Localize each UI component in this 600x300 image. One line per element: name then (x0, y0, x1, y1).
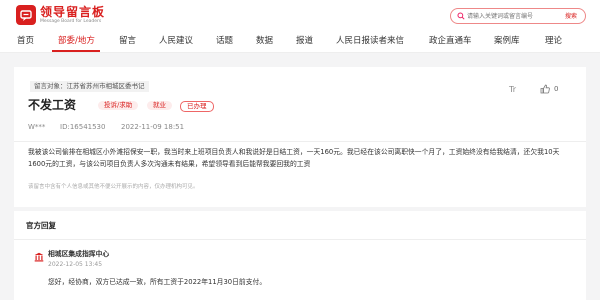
reply-card: 官方回复 相城区集成指挥中心 2022-12-05 13:45 您好，经协商，双… (14, 211, 586, 300)
nav-item-theory[interactable]: 理论 (545, 36, 562, 47)
status-badge: 已办理 (180, 101, 214, 112)
message-id-label: ID: (60, 123, 70, 131)
government-building-icon (34, 252, 44, 262)
message-date: 2022-11-09 18:51 (121, 123, 185, 131)
logo-subtitle: Message Board for Leaders (40, 18, 102, 24)
nav-item-messages[interactable]: 留言 (119, 36, 136, 47)
author-name: W*** (28, 123, 46, 131)
message-content: 我被该公司偷排在相城区小外滩招保安一职，我当时来上班项目负责人和我说好是日结工资… (28, 148, 560, 168)
nav-item-ministries-local[interactable]: 部委/地方 (58, 36, 95, 47)
message-card: 留言对象：江苏省苏州市相城区委书记 不发工资 投诉/求助 就业 已办理 Tr 0… (14, 67, 586, 207)
nav-item-reports[interactable]: 报道 (296, 36, 313, 47)
logo-icon (16, 5, 36, 25)
search-icon (457, 12, 465, 20)
target-name[interactable]: 江苏省苏州市相城区委书记 (67, 82, 145, 90)
divider (14, 141, 586, 142)
tag-type: 投诉/求助 (98, 101, 139, 110)
thumbs-up-icon (540, 84, 550, 94)
message-id-value: 16541530 (69, 123, 106, 131)
nav-item-data[interactable]: 数据 (256, 36, 273, 47)
nav-item-topics[interactable]: 话题 (216, 36, 233, 47)
like-button[interactable]: 0 (540, 84, 558, 94)
message-title: 不发工资 (28, 98, 77, 112)
nav-item-home[interactable]: 首页 (17, 36, 34, 47)
font-size-icon[interactable]: Tr (509, 85, 516, 94)
nav-item-reader-letters[interactable]: 人民日报读者来信 (336, 36, 404, 47)
logo-title: 领导留言板 (40, 4, 106, 19)
message-target: 留言对象：江苏省苏州市相城区委书记 (30, 81, 149, 92)
target-label: 留言对象 (34, 82, 60, 90)
search-button[interactable]: 搜索 (565, 11, 577, 22)
privacy-note: 该留言中含有个人信息或其他不便公开展示的内容，仅办理机构可见。 (28, 184, 199, 190)
nav-active-indicator (52, 50, 100, 52)
nav-item-suggestions[interactable]: 人民建议 (159, 36, 193, 47)
like-count: 0 (554, 85, 559, 93)
site-header: 领导留言板 Message Board for Leaders 搜索 (0, 0, 600, 30)
reply-org: 相城区集成指挥中心 (48, 250, 110, 258)
reply-date: 2022-12-05 13:45 (48, 261, 103, 268)
nav-item-cases[interactable]: 案例库 (494, 36, 520, 47)
search-input[interactable] (467, 10, 553, 22)
search-box: 搜索 (450, 8, 586, 24)
site-logo[interactable]: 领导留言板 Message Board for Leaders (16, 5, 105, 25)
reply-text: 您好，经协商，双方已达成一致，所有工资于2022年11月30日前支付。 (48, 278, 267, 286)
message-id: ID:16541530 (60, 123, 105, 132)
divider (14, 239, 586, 240)
reply-heading: 官方回复 (26, 221, 56, 230)
tag-field: 就业 (147, 101, 172, 110)
nav-item-gov-enterprise[interactable]: 政企直通车 (429, 36, 472, 47)
